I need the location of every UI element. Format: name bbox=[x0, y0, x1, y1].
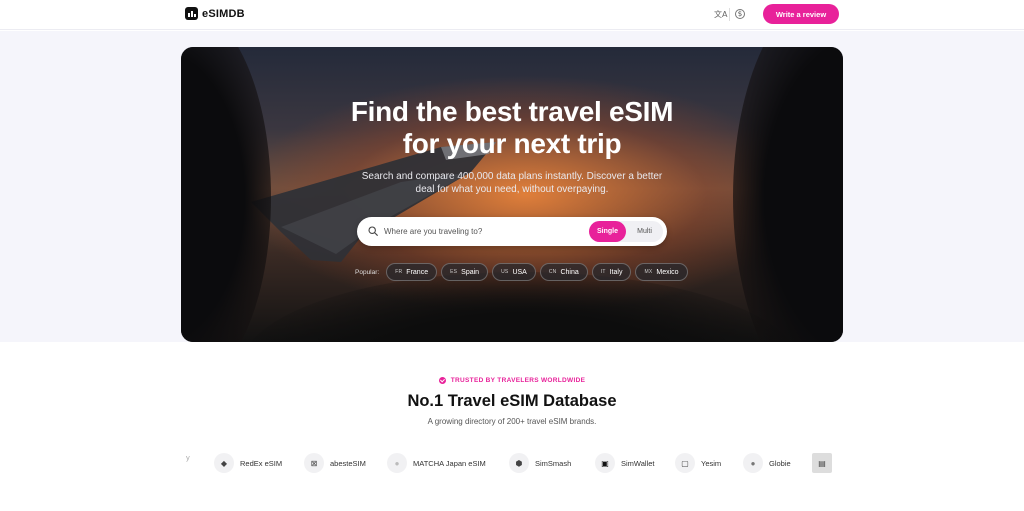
section-title: No.1 Travel eSIM Database bbox=[407, 392, 617, 410]
simwallet-logo-icon: ▣ bbox=[595, 453, 615, 473]
abestesim-logo-icon: ⊠ bbox=[304, 453, 324, 473]
destination-search-bar: Single Multi bbox=[357, 217, 667, 246]
brand-item-partial[interactable]: y bbox=[186, 453, 190, 462]
brand-name: y bbox=[186, 453, 190, 462]
brand-name: abesteSIM bbox=[330, 458, 366, 468]
hero-subtitle: Search and compare 400,000 data plans in… bbox=[181, 170, 843, 196]
simsmash-logo-icon: ⬢ bbox=[509, 453, 529, 473]
destination-chip-usa[interactable]: US USA bbox=[492, 263, 536, 281]
country-code: US bbox=[501, 269, 509, 275]
destination-name: Italy bbox=[609, 268, 623, 276]
site-logo[interactable]: eSIMDB bbox=[185, 7, 245, 20]
brand-item-simwallet[interactable]: ▣ SimWallet bbox=[595, 453, 654, 473]
search-icon bbox=[368, 226, 378, 236]
brand-name: MATCHA Japan eSIM bbox=[413, 458, 486, 468]
brand-logo-carousel: y ◆ RedEx eSIM ⊠ abesteSIM ● MATCHA Japa… bbox=[186, 453, 838, 473]
brand-item-abestesim[interactable]: ⊠ abesteSIM bbox=[304, 453, 366, 473]
popular-label: Popular: bbox=[355, 268, 380, 276]
hero-title-line-2: for your next trip bbox=[402, 128, 622, 159]
brand-item-globie[interactable]: ● Globie bbox=[743, 453, 791, 473]
brand-name: Globie bbox=[769, 458, 791, 468]
write-review-button[interactable]: Write a review bbox=[763, 4, 839, 24]
brand-name: SimSmash bbox=[535, 458, 572, 468]
hero-title-line-1: Find the best travel eSIM bbox=[350, 96, 674, 127]
verified-check-icon bbox=[438, 377, 446, 384]
brand-name: SimWallet bbox=[621, 458, 655, 468]
destination-chip-china[interactable]: CN China bbox=[539, 263, 588, 281]
window-frame-bottom bbox=[241, 272, 801, 342]
brand-item-yesim[interactable]: ▢ Yesim bbox=[675, 453, 721, 473]
hero-banner: Find the best travel eSIM for your next … bbox=[181, 47, 843, 342]
popular-destinations: Popular: FR France ES Spain US USA CN China … bbox=[355, 263, 688, 281]
destination-chip-france[interactable]: FR France bbox=[386, 263, 438, 281]
country-code: IT bbox=[600, 269, 606, 275]
destination-chip-italy[interactable]: IT Italy bbox=[591, 263, 632, 281]
brand-logo-icon: ▤ bbox=[812, 453, 832, 473]
logo-text: eSIMDB bbox=[202, 7, 245, 20]
destination-chip-mexico[interactable]: MX Mexico bbox=[635, 263, 688, 281]
header-divider bbox=[729, 8, 730, 21]
brand-item-redex[interactable]: ◆ RedEx eSIM bbox=[214, 453, 282, 473]
trusted-eyebrow: TRUSTED BY TRAVELERS WORLDWIDE bbox=[0, 377, 1024, 384]
destination-name: Spain bbox=[461, 268, 480, 276]
brand-item-simsmash[interactable]: ⬢ SimSmash bbox=[509, 453, 571, 473]
country-code: ES bbox=[450, 269, 458, 275]
destination-name: USA bbox=[512, 268, 527, 276]
trusted-eyebrow-text: TRUSTED BY TRAVELERS WORLDWIDE bbox=[450, 377, 586, 384]
brand-name: Yesim bbox=[701, 458, 722, 468]
redex-logo-icon: ◆ bbox=[214, 453, 234, 473]
destination-search-input[interactable] bbox=[384, 224, 584, 239]
brand-item-partial-right[interactable]: ▤ bbox=[812, 453, 832, 473]
destination-name: China bbox=[560, 268, 579, 276]
brand-name: RedEx eSIM bbox=[240, 458, 283, 468]
hero-subtitle-line-2: deal for what you need, without overpayi… bbox=[415, 184, 609, 195]
country-code: CN bbox=[548, 269, 557, 275]
yesim-logo-icon: ▢ bbox=[675, 453, 695, 473]
hero-subtitle-line-1: Search and compare 400,000 data plans in… bbox=[361, 171, 663, 182]
brand-item-matcha[interactable]: ● MATCHA Japan eSIM bbox=[387, 453, 486, 473]
logo-chart-icon bbox=[185, 7, 198, 20]
multi-mode-button[interactable]: Multi bbox=[626, 221, 663, 242]
country-code: FR bbox=[395, 269, 403, 275]
section-subtitle: A growing directory of 200+ travel eSIM … bbox=[427, 417, 597, 426]
destination-name: France bbox=[406, 268, 429, 276]
top-navigation-bar: eSIMDB 文A $ Write a review bbox=[0, 0, 1024, 30]
trip-mode-toggle: Single Multi bbox=[589, 221, 663, 242]
globie-logo-icon: ● bbox=[743, 453, 763, 473]
currency-icon[interactable]: $ bbox=[735, 9, 745, 19]
single-mode-button[interactable]: Single bbox=[589, 221, 626, 242]
translate-icon[interactable]: 文A bbox=[714, 9, 727, 20]
destination-chip-spain[interactable]: ES Spain bbox=[441, 263, 489, 281]
destination-name: Mexico bbox=[656, 268, 679, 276]
matcha-logo-icon: ● bbox=[387, 453, 407, 473]
country-code: MX bbox=[644, 269, 653, 275]
hero-title: Find the best travel eSIM for your next … bbox=[181, 96, 843, 160]
